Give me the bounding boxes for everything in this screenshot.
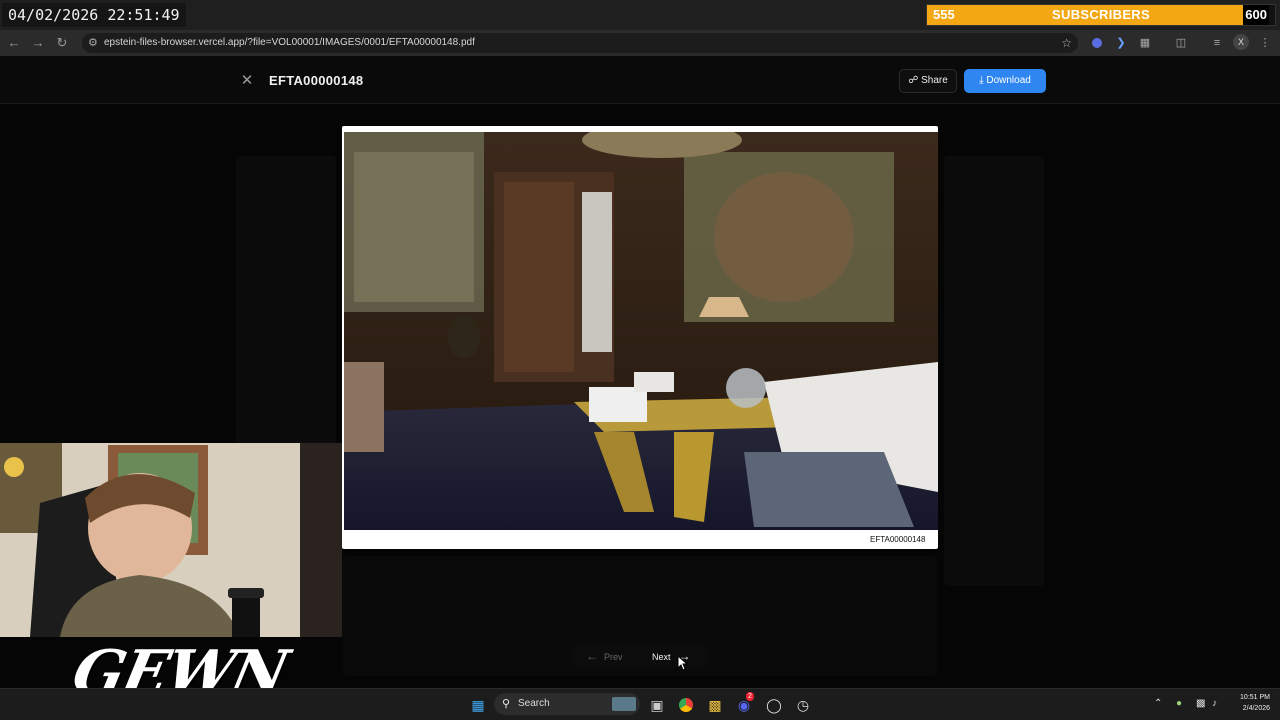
share-button[interactable]: ☍ Share (899, 69, 957, 93)
subscriber-label: SUBSCRIBERS (1052, 7, 1150, 22)
extensions-puzzle-icon[interactable]: ▦ (1136, 33, 1154, 53)
streamer-webcam-image (0, 443, 342, 637)
share-icon: ☍ (908, 75, 919, 86)
split-view-icon[interactable]: ◫ (1172, 33, 1190, 53)
next-label: Next (652, 652, 671, 662)
url-text[interactable]: epstein-files-browser.vercel.app/?file=V… (104, 33, 475, 53)
reload-icon[interactable]: ↻ (52, 33, 72, 53)
task-view-icon[interactable]: ▣ (647, 695, 667, 715)
obs-app-icon[interactable]: ◯ (764, 695, 784, 715)
webcam-overlay (0, 443, 342, 637)
discord-app-icon[interactable]: ◉ 2 (734, 692, 754, 715)
network-icon[interactable]: ▩ (1196, 697, 1205, 711)
taskbar-search[interactable]: ⚲ Search (494, 693, 640, 715)
search-icon: ⚲ (502, 698, 511, 710)
prev-arrow-icon: ← (586, 649, 598, 663)
extension-circle-icon[interactable] (1088, 33, 1106, 53)
download-label: Download (986, 75, 1031, 86)
share-label: Share (921, 75, 948, 86)
taskbar-search-label: Search (518, 698, 550, 709)
document-title: EFTA00000148 (269, 73, 364, 88)
mouse-cursor-icon (677, 655, 689, 671)
subscriber-goal-bar: 555 SUBSCRIBERS 600 (926, 4, 1276, 26)
bookmark-star-icon[interactable]: ☆ (1061, 33, 1072, 53)
menu-kebab-icon[interactable]: ⋮ (1256, 33, 1274, 53)
reading-list-icon[interactable]: ≡ (1208, 33, 1226, 53)
site-info-icon[interactable]: ⚙ (88, 33, 98, 53)
subscriber-goal: 600 (1243, 5, 1269, 25)
volume-icon[interactable]: ♪ (1212, 697, 1217, 711)
viewer-header (0, 56, 1280, 104)
background-card (236, 156, 336, 486)
forward-arrow-icon[interactable]: → (28, 33, 48, 53)
microphone-icon[interactable]: ● (1176, 697, 1182, 711)
prev-button[interactable]: ← Prev (586, 648, 623, 665)
prev-label: Prev (604, 652, 623, 662)
clock-app-icon[interactable]: ◷ (793, 695, 813, 715)
address-bar[interactable]: ⚙ epstein-files-browser.vercel.app/?file… (82, 33, 1078, 53)
search-highlight-icon (612, 697, 636, 711)
stream-clock: 04/02/2026 22:51:49 (2, 3, 186, 27)
tray-overflow-icon[interactable]: ⌃ (1154, 697, 1162, 711)
discord-badge: 2 (746, 692, 754, 701)
back-arrow-icon[interactable]: ← (4, 33, 24, 53)
read-aloud-icon[interactable]: ❯ (1112, 33, 1130, 53)
taskbar-time: 10:51 PM (1240, 694, 1270, 701)
file-explorer-icon[interactable]: ▩ (705, 695, 725, 715)
room-photo-image (344, 132, 938, 530)
page-caption: EFTA00000148 (870, 535, 926, 544)
windows-start-icon[interactable]: ▦ (468, 695, 488, 715)
download-button[interactable]: ⤓ Download (964, 69, 1046, 93)
document-photo (344, 132, 938, 530)
chrome-app-icon[interactable] (676, 695, 696, 715)
close-icon[interactable]: ✕ (236, 70, 258, 92)
taskbar-date: 2/4/2026 (1242, 705, 1270, 712)
taskbar-clock[interactable]: 10:51 PM 2/4/2026 (1226, 692, 1270, 714)
background-card (944, 156, 1044, 586)
profile-avatar[interactable]: X (1233, 34, 1249, 50)
download-icon: ⤓ (979, 75, 984, 86)
windows-taskbar (0, 688, 1280, 720)
browser-toolbar: ← → ↻ ⚙ epstein-files-browser.vercel.app… (0, 30, 1280, 56)
